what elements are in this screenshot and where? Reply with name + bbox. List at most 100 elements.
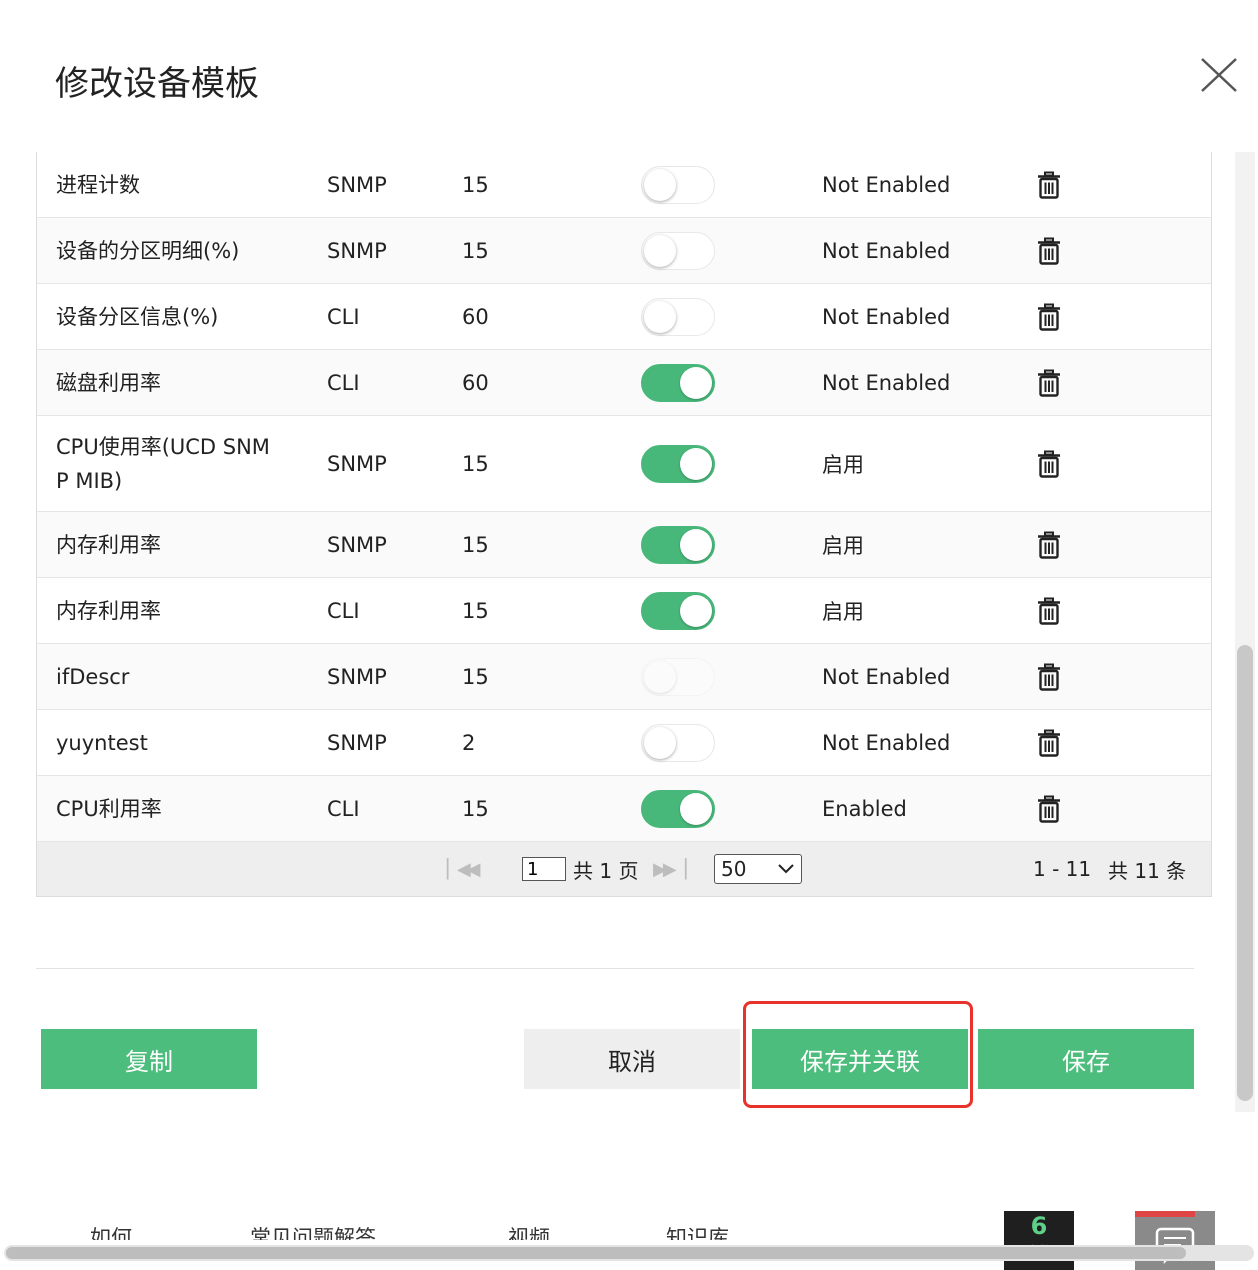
- delete-button[interactable]: [1037, 350, 1061, 415]
- metric-name: 磁盘利用率: [56, 370, 161, 395]
- delete-button[interactable]: [1037, 776, 1061, 841]
- cancel-button[interactable]: 取消: [524, 1029, 740, 1089]
- table-row: 设备的分区明细(%) SNMP 15 Not Enabled: [37, 218, 1211, 284]
- enable-toggle[interactable]: [641, 444, 715, 483]
- status-text: 启用: [822, 599, 864, 624]
- metric-name: 设备分区信息(%): [56, 304, 219, 329]
- enable-toggle[interactable]: [641, 591, 715, 630]
- polling-interval: 15: [462, 451, 489, 476]
- footer-link-knowledge-base[interactable]: 知识库: [666, 1222, 729, 1240]
- polling-interval: 15: [462, 238, 489, 263]
- first-page-button[interactable]: ▏◀◀: [447, 842, 480, 896]
- alarm-widget[interactable]: 6 告警: [1004, 1211, 1074, 1270]
- save-button[interactable]: 保存: [978, 1029, 1194, 1089]
- status-text: Not Enabled: [822, 172, 951, 197]
- delete-button[interactable]: [1037, 284, 1061, 349]
- protocol: CLI: [327, 598, 360, 623]
- total-pages-label: 共 1 页: [573, 858, 639, 883]
- close-icon[interactable]: [1198, 56, 1240, 94]
- status-text: 启用: [822, 452, 864, 477]
- trash-icon[interactable]: [1037, 237, 1061, 265]
- chevron-down-icon: [778, 864, 794, 874]
- enable-toggle[interactable]: [641, 363, 715, 402]
- polling-interval: 15: [462, 664, 489, 689]
- page-number-input[interactable]: [522, 857, 566, 881]
- record-range: 1 - 11: [1033, 857, 1092, 881]
- status-text: Enabled: [822, 796, 907, 821]
- metrics-table: 进程计数 SNMP 15 Not Enabled 设备的分区明细(%) SNMP 15 Not…: [36, 152, 1212, 897]
- delete-button[interactable]: [1037, 152, 1061, 217]
- toggle-knob: [680, 792, 712, 825]
- status-text: 启用: [822, 533, 864, 558]
- enable-toggle[interactable]: [641, 723, 715, 762]
- trash-icon[interactable]: [1037, 729, 1061, 757]
- delete-button[interactable]: [1037, 644, 1061, 709]
- status-text: Not Enabled: [822, 730, 951, 755]
- table-row: CPU使用率(UCD SNM P MIB) SNMP 15 启用: [37, 416, 1211, 512]
- table-row: CPU利用率 CLI 15 Enabled: [37, 776, 1211, 842]
- delete-button[interactable]: [1037, 578, 1061, 643]
- polling-interval: 15: [462, 172, 489, 197]
- copy-button[interactable]: 复制: [41, 1029, 257, 1089]
- toggle-knob: [680, 447, 712, 480]
- polling-interval: 60: [462, 370, 489, 395]
- delete-button[interactable]: [1037, 512, 1061, 577]
- delete-button[interactable]: [1037, 218, 1061, 283]
- protocol: CLI: [327, 370, 360, 395]
- table-row: 磁盘利用率 CLI 60 Not Enabled: [37, 350, 1211, 416]
- metric-name: 设备的分区明细(%): [56, 238, 240, 263]
- page-size-value: 50: [721, 857, 747, 881]
- metric-name: CPU使用率(UCD SNM P MIB): [56, 434, 270, 493]
- enable-toggle[interactable]: [641, 165, 715, 204]
- enable-toggle[interactable]: [641, 231, 715, 270]
- enable-toggle[interactable]: [641, 525, 715, 564]
- toggle-knob: [644, 660, 676, 693]
- chat-widget[interactable]: [1135, 1211, 1215, 1270]
- toggle-knob: [680, 528, 712, 561]
- polling-interval: 15: [462, 796, 489, 821]
- next-page-button[interactable]: ▶▶▕: [653, 842, 686, 896]
- table-row: 设备分区信息(%) CLI 60 Not Enabled: [37, 284, 1211, 350]
- toggle-knob: [680, 594, 712, 627]
- chat-badge: [1135, 1211, 1195, 1217]
- page-size-select[interactable]: 50: [714, 854, 802, 884]
- protocol: SNMP: [327, 238, 387, 263]
- enable-toggle[interactable]: [641, 297, 715, 336]
- delete-button[interactable]: [1037, 710, 1061, 775]
- toggle-knob: [644, 726, 676, 759]
- toggle-knob: [680, 366, 712, 399]
- enable-toggle[interactable]: [641, 789, 715, 828]
- trash-icon[interactable]: [1037, 663, 1061, 691]
- protocol: SNMP: [327, 664, 387, 689]
- footer-link-faq[interactable]: 常见问题解答: [250, 1222, 376, 1240]
- trash-icon[interactable]: [1037, 171, 1061, 199]
- horizontal-scrollbar-thumb[interactable]: [6, 1247, 1186, 1259]
- trash-icon[interactable]: [1037, 531, 1061, 559]
- divider: [36, 968, 1194, 969]
- trash-icon[interactable]: [1037, 303, 1061, 331]
- table-row: ifDescr SNMP 15 Not Enabled: [37, 644, 1211, 710]
- status-text: Not Enabled: [822, 370, 951, 395]
- toggle-knob: [644, 168, 676, 201]
- trash-icon[interactable]: [1037, 450, 1061, 478]
- delete-button[interactable]: [1037, 416, 1061, 511]
- enable-toggle[interactable]: [641, 657, 715, 696]
- table-row: 内存利用率 SNMP 15 启用: [37, 512, 1211, 578]
- highlight-box: [743, 1001, 973, 1108]
- metric-name: yuyntest: [56, 730, 148, 755]
- vertical-scrollbar-thumb[interactable]: [1237, 645, 1253, 1101]
- trash-icon[interactable]: [1037, 795, 1061, 823]
- footer-link-videos[interactable]: 视频: [508, 1222, 550, 1240]
- horizontal-scrollbar-track[interactable]: [4, 1245, 1254, 1261]
- table-row: yuyntest SNMP 2 Not Enabled: [37, 710, 1211, 776]
- trash-icon[interactable]: [1037, 597, 1061, 625]
- polling-interval: 2: [462, 730, 476, 755]
- protocol: SNMP: [327, 451, 387, 476]
- trash-icon[interactable]: [1037, 369, 1061, 397]
- metric-name: 内存利用率: [56, 598, 161, 623]
- toggle-knob: [644, 234, 676, 267]
- pagination-bar: ▏◀◀ 共 1 页 ▶▶▕ 50 1 - 11 共 11 条: [37, 842, 1211, 897]
- polling-interval: 15: [462, 598, 489, 623]
- alarm-count: 6: [1030, 1212, 1048, 1240]
- footer-link-howto[interactable]: 如何: [90, 1222, 132, 1240]
